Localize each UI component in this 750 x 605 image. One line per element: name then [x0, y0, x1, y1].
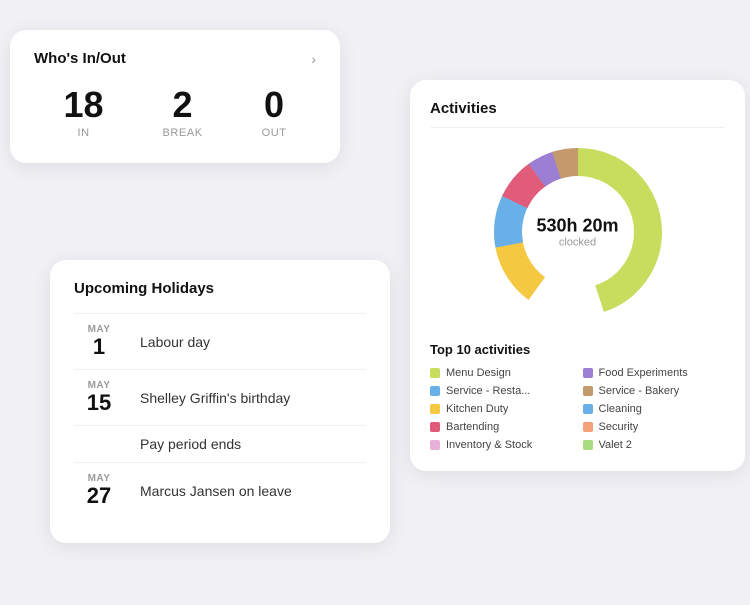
stat-break-number: 2 — [163, 87, 203, 123]
activities-card: Activities 530h 20 — [410, 80, 745, 471]
stat-break: 2 BREAK — [163, 87, 203, 139]
whos-header: Who's In/Out › — [34, 50, 316, 67]
legend-label: Service - Bakery — [599, 385, 680, 397]
legend-color-dot — [583, 368, 593, 378]
list-item: MAY 1 Labour day — [74, 313, 366, 369]
list-item: Inventory & Stock — [430, 439, 573, 451]
legend-label: Food Experiments — [599, 367, 688, 379]
list-item: Bartending — [430, 421, 573, 433]
holiday-name-2: Shelley Griffin's birthday — [140, 390, 290, 406]
list-item: Service - Bakery — [583, 385, 726, 397]
stat-out-label: OUT — [262, 127, 287, 139]
whos-stats: 18 IN 2 BREAK 0 OUT — [34, 87, 316, 139]
holiday-name-3: Pay period ends — [140, 436, 241, 452]
list-item: Valet 2 — [583, 439, 726, 451]
legend-label: Service - Resta... — [446, 385, 530, 397]
legend-color-dot — [583, 422, 593, 432]
date-day: 15 — [74, 391, 124, 415]
list-item: MAY 15 Shelley Griffin's birthday — [74, 369, 366, 425]
donut-time: 530h 20m — [536, 216, 618, 237]
legend-color-dot — [583, 404, 593, 414]
stat-in-label: IN — [64, 127, 104, 139]
activities-title: Activities — [430, 100, 725, 128]
legend-color-dot — [430, 386, 440, 396]
legend-label: Security — [599, 421, 639, 433]
holiday-date-4: MAY 27 — [74, 473, 124, 508]
list-item: Kitchen Duty — [430, 403, 573, 415]
list-item: Menu Design — [430, 367, 573, 379]
legend-color-dot — [583, 386, 593, 396]
list-item: Service - Resta... — [430, 385, 573, 397]
donut-center: 530h 20m clocked — [536, 216, 618, 249]
legend-color-dot — [430, 440, 440, 450]
stat-out-number: 0 — [262, 87, 287, 123]
list-item: Security — [583, 421, 726, 433]
date-day: 27 — [74, 484, 124, 508]
legend-label: Bartending — [446, 421, 499, 433]
chevron-right-icon[interactable]: › — [311, 51, 316, 67]
legend-label: Cleaning — [599, 403, 642, 415]
legend-color-dot — [430, 422, 440, 432]
legend-label: Menu Design — [446, 367, 511, 379]
list-item: Cleaning — [583, 403, 726, 415]
holiday-date-1: MAY 1 — [74, 324, 124, 359]
list-item: Pay period ends — [74, 425, 366, 462]
legend-color-dot — [430, 368, 440, 378]
legend-grid: Menu Design Food Experiments Service - R… — [430, 367, 725, 451]
legend-title: Top 10 activities — [430, 342, 725, 357]
donut-wrapper: 530h 20m clocked — [488, 142, 668, 322]
legend-label: Kitchen Duty — [446, 403, 508, 415]
donut-chart-container: 530h 20m clocked — [430, 142, 725, 322]
list-item: MAY 27 Marcus Jansen on leave — [74, 462, 366, 518]
legend-label: Valet 2 — [599, 439, 632, 451]
donut-label: clocked — [536, 237, 618, 249]
holiday-name-4: Marcus Jansen on leave — [140, 483, 292, 499]
legend-color-dot — [430, 404, 440, 414]
legend-color-dot — [583, 440, 593, 450]
holidays-title: Upcoming Holidays — [74, 280, 366, 297]
holiday-name-1: Labour day — [140, 334, 210, 350]
stat-out: 0 OUT — [262, 87, 287, 139]
list-item: Food Experiments — [583, 367, 726, 379]
stat-in: 18 IN — [64, 87, 104, 139]
holidays-card: Upcoming Holidays MAY 1 Labour day MAY 1… — [50, 260, 390, 543]
whos-inout-card: Who's In/Out › 18 IN 2 BREAK 0 OUT — [10, 30, 340, 163]
whos-title: Who's In/Out — [34, 50, 126, 67]
date-day: 1 — [74, 335, 124, 359]
holiday-date-2: MAY 15 — [74, 380, 124, 415]
stat-break-label: BREAK — [163, 127, 203, 139]
legend-label: Inventory & Stock — [446, 439, 532, 451]
stat-in-number: 18 — [64, 87, 104, 123]
